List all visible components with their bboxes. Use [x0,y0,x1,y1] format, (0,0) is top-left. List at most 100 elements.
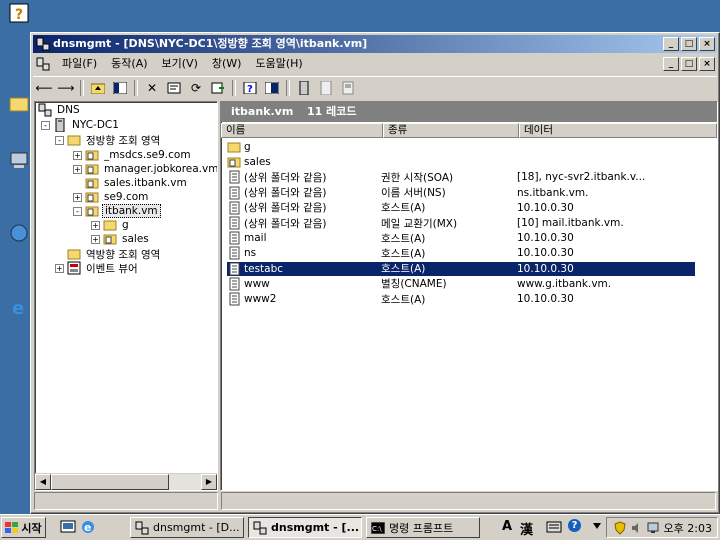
delete-icon[interactable]: ✕ [144,80,160,96]
column-header-type[interactable]: 종류 [383,123,519,138]
event-viewer-icon [67,261,81,275]
tree-item-reverse-zones[interactable]: 역방향 조회 영역 [67,247,162,261]
forward-icon[interactable]: ⟶ [57,80,74,96]
network-icon[interactable] [647,521,661,535]
tree-item-zone-selected[interactable]: - itbank.vm [73,204,161,218]
title-bar[interactable]: dnsmgmt - [DNS\NYC-DC1\정방향 조회 영역\itbank.… [33,35,717,53]
svg-text:e: e [12,298,24,318]
tree-horizontal-scrollbar[interactable]: ◀ ▶ [35,473,217,490]
column-header-name[interactable]: 이름 [221,123,383,138]
ie-icon[interactable]: e [80,519,96,535]
clock[interactable]: 오후 2:03 [664,520,712,536]
task-button-dnsmgmt-1[interactable]: dnsmgmt - [D... [130,517,244,538]
help-icon[interactable]: ? [242,80,258,96]
tree-item-server[interactable]: - NYC-DC1 [41,118,121,132]
record-row-selected[interactable]: testabc 호스트(A) 10.10.0.30 [226,260,696,277]
tree-item-subdomain[interactable]: + g [91,218,131,232]
mdi-minimize-button[interactable]: _ [663,57,679,71]
tree-item-zone[interactable]: sales.itbank.vm [85,176,189,190]
tree-item-zone[interactable]: + _msdcs.se9.com [73,148,193,162]
expand-toggle[interactable]: + [55,263,64,273]
ie-icon: e [12,298,24,319]
ime-mode-icon[interactable]: A [502,519,512,534]
back-icon[interactable]: ⟵ [35,80,52,96]
task-button-dnsmgmt-2[interactable]: dnsmgmt - [... [248,517,362,538]
show-desktop-icon[interactable] [60,519,76,535]
folder-icon [9,97,29,112]
close-button[interactable]: × [699,37,715,51]
tree-item-zone[interactable]: + se9.com [73,190,150,204]
collapse-toggle[interactable]: - [55,135,64,145]
show-tree-icon[interactable] [112,80,128,96]
zone-icon[interactable] [318,80,334,96]
desktop-icon-help[interactable]: ? [4,2,34,29]
menu-file[interactable]: 파일(F) [55,54,104,74]
expand-toggle[interactable]: + [73,192,82,202]
globe-icon [10,224,28,242]
record-row[interactable]: (상위 폴더와 같음) 이름 서버(NS) ns.itbank.vm. [227,186,695,200]
tree-item-subdomain[interactable]: + sales [91,232,151,246]
security-shield-icon[interactable] [613,520,627,535]
expand-toggle[interactable]: + [73,164,82,174]
volume-icon[interactable] [630,521,644,535]
hanja-icon[interactable]: 漢 [520,519,533,538]
refresh-icon[interactable]: ⟳ [188,80,204,96]
show-hide-console-icon[interactable] [264,80,280,96]
tree-item-forward-zones[interactable]: - 정방향 조회 영역 [55,133,162,147]
record-type: 호스트(A) [381,232,426,245]
maximize-button[interactable]: □ [681,37,697,51]
scroll-left-button[interactable]: ◀ [35,474,51,490]
column-header-data[interactable]: 데이터 [519,123,717,138]
task-button-cmd[interactable]: C:\ 명령 프롬프트 [366,517,480,538]
record-row[interactable]: (상위 폴더와 같음) 권한 시작(SOA) [18], nyc-svr2.itba… [227,170,695,184]
record-name: www [244,277,270,290]
record-row[interactable]: (상위 폴더와 같음) 호스트(A) 10.10.0.30 [227,201,695,215]
tree-item-zone[interactable]: + manager.jobkorea.vm [73,162,217,176]
expand-toggle[interactable]: + [91,220,100,230]
tree-label: DNS [57,104,80,116]
up-folder-icon[interactable] [90,80,106,96]
record-name: (상위 폴더와 같음) [244,187,327,200]
menu-window[interactable]: 창(W) [205,54,249,74]
expand-toggle[interactable]: + [91,234,100,244]
record-row[interactable]: www 별칭(CNAME) www.g.itbank.vm. [227,277,695,291]
collapse-toggle[interactable]: - [41,120,50,130]
toolbar-separator [134,80,138,96]
record-row[interactable]: www2 호스트(A) 10.10.0.30 [227,292,695,306]
scroll-thumb[interactable] [51,474,169,490]
record-icon [229,186,240,200]
help-icon[interactable]: ? [568,519,581,532]
properties-icon[interactable] [166,80,182,96]
menu-help[interactable]: 도움말(H) [248,54,309,74]
collapse-toggle[interactable]: - [73,206,82,216]
scroll-right-button[interactable]: ▶ [201,474,217,490]
new-record-icon[interactable] [340,80,356,96]
record-row[interactable]: mail 호스트(A) 10.10.0.30 [227,231,695,245]
start-button[interactable]: 시작 [1,517,46,538]
zone-icon [85,192,99,203]
mdi-close-button[interactable]: × [699,57,715,71]
mdi-child-icon[interactable] [35,56,51,72]
record-row[interactable]: ns 호스트(A) 10.10.0.30 [227,246,695,260]
dns-app-icon [135,521,149,534]
server-icon[interactable] [296,80,312,96]
ime-keyboard-icon[interactable] [546,519,562,535]
ime-options-icon[interactable] [589,519,605,535]
tree-item-dns[interactable]: DNS [38,103,82,117]
expand-toggle[interactable]: + [73,150,82,160]
minimize-button[interactable]: _ [663,37,679,51]
mdi-restore-button[interactable]: □ [681,57,697,71]
record-name-cell: testabc [227,262,377,276]
zone-folder-icon [103,234,117,245]
record-count: 11 레코드 [307,105,357,118]
computer-icon [10,152,28,168]
record-row[interactable]: g [227,140,695,154]
console-tree[interactable]: DNS - NYC-DC1 - 정방향 조회 영역 + _msdcs.se9.c… [34,101,218,491]
zone-folder-icon [227,157,241,168]
menu-view[interactable]: 보기(V) [155,54,205,74]
menu-action[interactable]: 동작(A) [104,54,154,74]
record-row[interactable]: (상위 폴더와 같음) 메일 교환기(MX) [10] mail.itbank.vm… [227,216,695,230]
tree-item-event-viewer[interactable]: + 이벤트 뷰어 [55,261,140,275]
export-list-icon[interactable] [210,80,226,96]
record-row[interactable]: sales [227,155,695,169]
